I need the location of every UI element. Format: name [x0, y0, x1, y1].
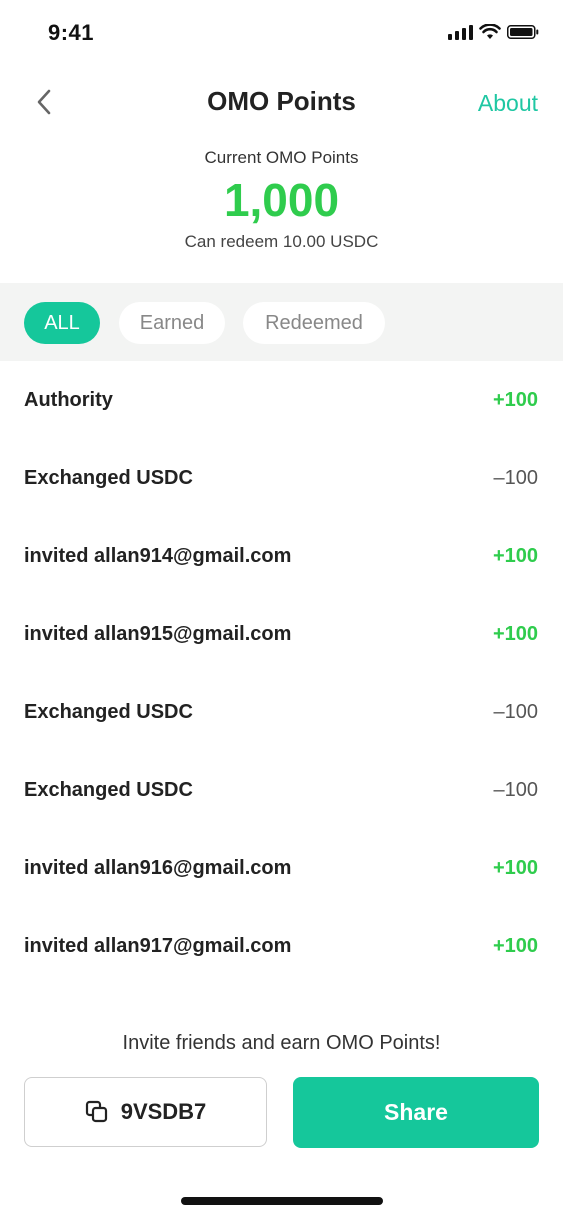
transaction-label: invited allan917@gmail.com — [24, 935, 292, 957]
wifi-icon — [479, 24, 501, 39]
status-icons — [448, 24, 539, 40]
invite-code: 9VSDB7 — [120, 1099, 207, 1124]
invite-message: Invite friends and earn OMO Points! — [122, 1032, 441, 1054]
status-time: 9:41 — [48, 20, 95, 45]
redeem-info: Can redeem 10.00 USDC — [184, 232, 379, 251]
transaction-amount: +100 — [492, 623, 538, 645]
list-item[interactable]: invited allan916@gmail.com +100 — [0, 830, 563, 908]
transaction-amount: +100 — [492, 857, 538, 879]
transaction-amount: +100 — [492, 545, 538, 567]
transaction-amount: –100 — [493, 701, 539, 723]
list-item[interactable]: Exchanged USDC –100 — [0, 674, 563, 752]
list-item[interactable]: Authority +100 — [0, 362, 563, 440]
share-button[interactable]: Share — [293, 1077, 539, 1148]
transaction-list: Authority +100 Exchanged USDC –100 invit… — [0, 362, 563, 986]
status-bar: 9:41 — [0, 0, 563, 70]
copy-icon — [85, 1100, 107, 1123]
transaction-label: invited allan914@gmail.com — [24, 545, 292, 567]
filter-all-chip[interactable]: ALL — [24, 302, 100, 344]
list-item[interactable]: invited allan917@gmail.com +100 — [0, 908, 563, 986]
points-summary: Current OMO Points 1,000 Can redeem 10.0… — [0, 148, 563, 252]
transaction-label: invited allan915@gmail.com — [24, 623, 292, 645]
transaction-label: Exchanged USDC — [24, 701, 193, 723]
points-value: 1,000 — [223, 174, 340, 226]
transaction-amount: –100 — [493, 467, 539, 489]
filter-bar: ALL Earned Redeemed — [0, 283, 563, 361]
copy-invite-code-button[interactable]: 9VSDB7 — [24, 1077, 267, 1147]
transaction-amount: +100 — [492, 935, 538, 957]
transaction-label: Authority — [24, 389, 113, 411]
list-item[interactable]: Exchanged USDC –100 — [0, 752, 563, 830]
transaction-amount: +100 — [492, 389, 538, 411]
filter-redeemed-chip[interactable]: Redeemed — [243, 302, 385, 344]
navigation-bar: OMO Points About — [0, 70, 563, 134]
cellular-signal-icon — [448, 24, 473, 40]
filter-earned-chip[interactable]: Earned — [119, 302, 225, 344]
transaction-label: invited allan916@gmail.com — [24, 857, 292, 879]
battery-icon — [507, 25, 539, 39]
transaction-label: Exchanged USDC — [24, 779, 193, 801]
list-item[interactable]: Exchanged USDC –100 — [0, 440, 563, 518]
transaction-label: Exchanged USDC — [24, 467, 193, 489]
list-item[interactable]: invited allan915@gmail.com +100 — [0, 596, 563, 674]
transaction-amount: –100 — [493, 779, 539, 801]
about-link[interactable]: About — [478, 90, 538, 117]
points-label: Current OMO Points — [204, 148, 359, 167]
home-indicator — [181, 1197, 383, 1205]
list-item[interactable]: invited allan914@gmail.com +100 — [0, 518, 563, 596]
